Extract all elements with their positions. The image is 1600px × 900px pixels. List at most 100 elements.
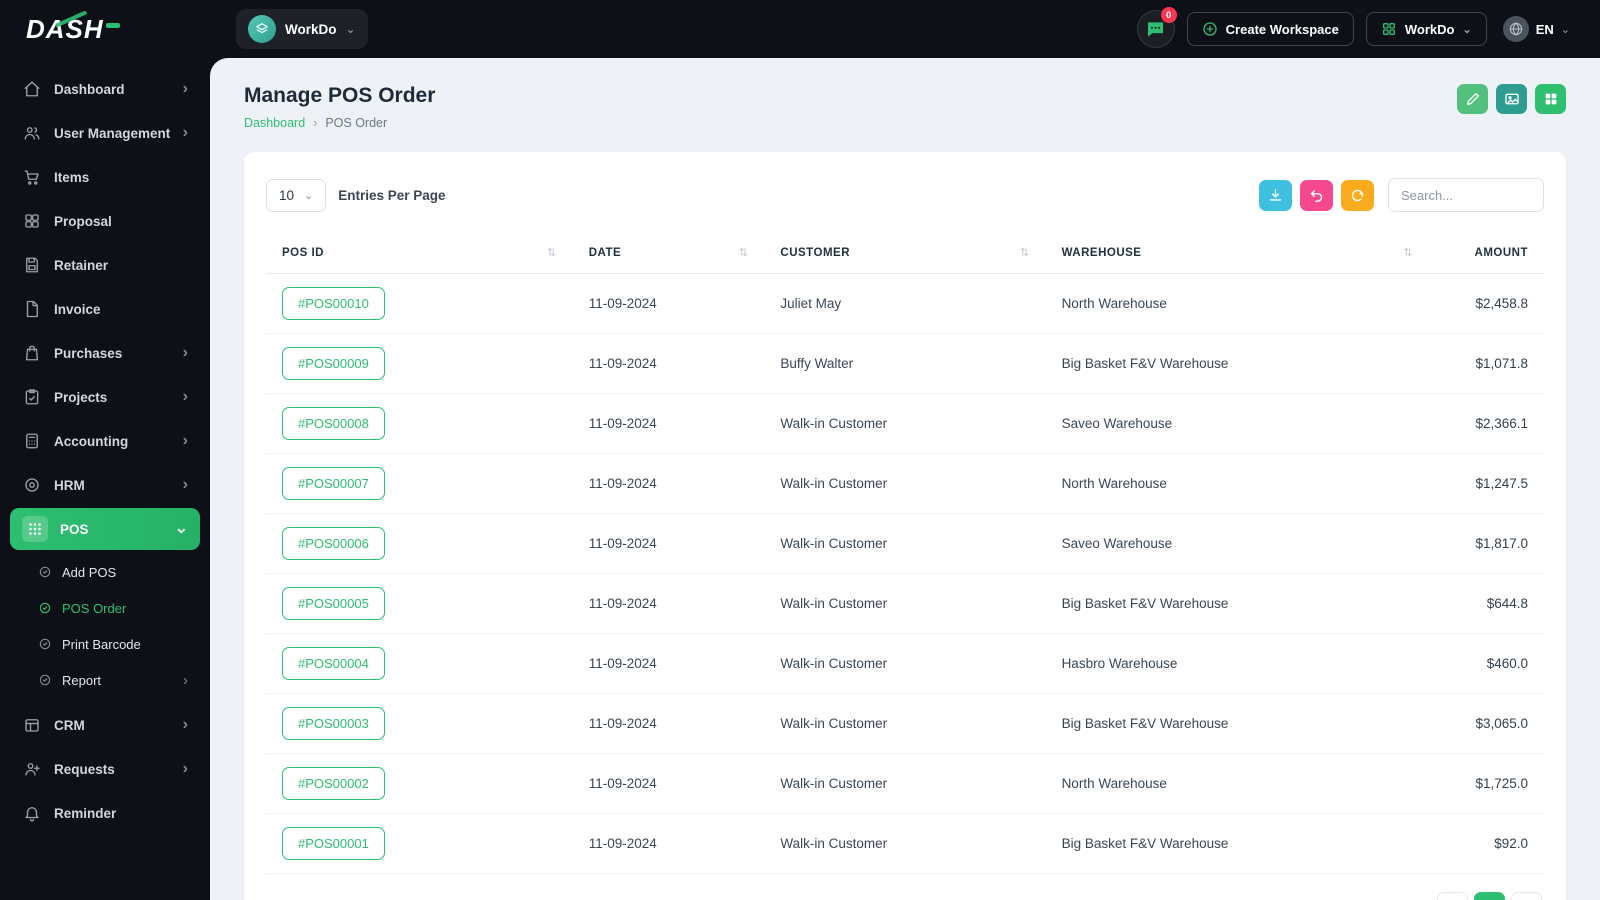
warehouse-cell: Big Basket F&V Warehouse — [1045, 333, 1429, 394]
sidebar-item-proposal[interactable]: Proposal — [10, 200, 200, 242]
chevron-right-icon: › — [182, 476, 188, 493]
sidebar-item-purchases[interactable]: Purchases › — [10, 332, 200, 374]
table-row: #POS00003 11-09-2024 Walk-in Customer Bi… — [266, 693, 1544, 754]
table-row: #POS00009 11-09-2024 Buffy Walter Big Ba… — [266, 333, 1544, 394]
amount-cell: $2,366.1 — [1428, 393, 1544, 454]
sidebar-subitem-label: POS Order — [62, 600, 127, 616]
date-cell: 11-09-2024 — [572, 813, 765, 874]
breadcrumb-dashboard-link[interactable]: Dashboard — [244, 116, 305, 130]
column-header-warehouse[interactable]: WAREHOUSE ⇅ — [1045, 234, 1429, 274]
sidebar-item-label: POS — [60, 521, 89, 537]
page-header-text: Manage POS Order Dashboard › POS Order — [244, 84, 435, 130]
messages-button[interactable]: 0 — [1136, 7, 1177, 48]
pagination-next-button[interactable]: › — [1511, 892, 1542, 900]
customer-cell: Walk-in Customer — [764, 513, 1046, 574]
entries-per-page-select[interactable]: 10 ⌄ — [266, 178, 327, 212]
sidebar-item-pos[interactable]: POS ⌄ — [10, 508, 200, 550]
sidebar-subitem-report[interactable]: Report › — [10, 662, 200, 698]
sidebar-subitem-print-barcode[interactable]: Print Barcode — [10, 626, 200, 662]
column-header-customer[interactable]: CUSTOMER ⇅ — [764, 234, 1046, 274]
language-label: EN — [1535, 21, 1554, 37]
date-cell: 11-09-2024 — [572, 333, 765, 394]
plus-circle-icon — [1203, 22, 1217, 36]
pos-id-badge[interactable]: #POS00001 — [282, 827, 385, 860]
sidebar-subitem-add-pos[interactable]: Add POS — [10, 554, 200, 590]
sidebar-subitem-label: Add POS — [62, 564, 117, 580]
warehouse-cell: North Warehouse — [1045, 273, 1429, 334]
column-header-amount[interactable]: AMOUNT — [1428, 234, 1544, 274]
date-cell: 11-09-2024 — [572, 633, 765, 694]
date-cell: 11-09-2024 — [572, 273, 765, 334]
pos-id-badge[interactable]: #POS00006 — [282, 527, 385, 560]
pencil-icon — [1466, 93, 1479, 105]
sidebar-subitem-pos-order[interactable]: POS Order — [10, 590, 200, 626]
pos-id-badge[interactable]: #POS00005 — [282, 587, 385, 620]
customer-cell: Walk-in Customer — [764, 813, 1046, 874]
sidebar-subitem-label: Print Barcode — [62, 636, 141, 652]
sidebar-item-requests[interactable]: Requests › — [10, 748, 200, 790]
sidebar-item-accounting[interactable]: Accounting › — [10, 420, 200, 462]
target-icon — [22, 475, 42, 495]
amount-cell: $3,065.0 — [1428, 693, 1544, 754]
column-header-date[interactable]: DATE ⇅ — [572, 234, 765, 274]
pagination-prev-button[interactable]: ‹ — [1437, 892, 1468, 900]
refresh-button[interactable] — [1341, 179, 1374, 211]
pos-id-badge[interactable]: #POS00009 — [282, 347, 385, 380]
pagination: ‹ 1 › — [1437, 892, 1542, 900]
layout-grid-button[interactable] — [1535, 84, 1566, 114]
topbar: WorkDo ⌄ 0 Create Workspace WorkDo ⌄ EN … — [210, 0, 1600, 58]
pagination-page-1-button[interactable]: 1 — [1474, 892, 1505, 900]
warehouse-cell: Big Basket F&V Warehouse — [1045, 813, 1429, 874]
breadcrumb: Dashboard › POS Order — [244, 116, 435, 130]
document-icon — [22, 299, 42, 319]
sidebar-item-retainer[interactable]: Retainer — [10, 244, 200, 286]
main-area: WorkDo ⌄ 0 Create Workspace WorkDo ⌄ EN … — [210, 0, 1600, 900]
pos-id-badge[interactable]: #POS00008 — [282, 407, 385, 440]
amount-cell: $92.0 — [1428, 813, 1544, 874]
sidebar-item-invoice[interactable]: Invoice — [10, 288, 200, 330]
table-row: #POS00002 11-09-2024 Walk-in Customer No… — [266, 753, 1544, 814]
image-button[interactable] — [1496, 84, 1527, 114]
clipboard-check-icon — [22, 387, 42, 407]
warehouse-cell: Hasbro Warehouse — [1045, 633, 1429, 694]
sidebar-item-dashboard[interactable]: Dashboard › — [10, 68, 200, 110]
grid-icon — [1545, 93, 1556, 105]
search-input[interactable] — [1388, 178, 1544, 212]
edit-button[interactable] — [1457, 84, 1488, 114]
pos-id-badge[interactable]: #POS00002 — [282, 767, 385, 800]
workdo-menu-button[interactable]: WorkDo ⌄ — [1365, 12, 1487, 46]
customer-cell: Walk-in Customer — [764, 693, 1046, 754]
breadcrumb-current: POS Order — [325, 116, 388, 130]
apps-grid-icon — [22, 516, 48, 542]
reset-button[interactable] — [1300, 179, 1333, 211]
language-selector[interactable]: EN ⌄ — [1499, 16, 1574, 42]
brand-logo[interactable]: DASH — [0, 0, 210, 58]
sidebar-item-projects[interactable]: Projects › — [10, 376, 200, 418]
pos-id-badge[interactable]: #POS00010 — [282, 287, 385, 320]
circle-check-icon — [38, 601, 52, 615]
warehouse-cell: Big Basket F&V Warehouse — [1045, 693, 1429, 754]
column-header-pos-id[interactable]: POS ID ⇅ — [266, 234, 573, 274]
sidebar-item-reminder[interactable]: Reminder — [10, 792, 200, 834]
breadcrumb-separator-icon: › — [313, 116, 318, 130]
table-header-row: POS ID ⇅ DATE ⇅ CUSTOMER ⇅ WAREHOUSE ⇅ AMOUN… — [266, 234, 1544, 274]
circle-check-icon — [38, 637, 52, 651]
warehouse-cell: North Warehouse — [1045, 453, 1429, 514]
sidebar-item-user-management[interactable]: User Management › — [10, 112, 200, 154]
sidebar-item-hrm[interactable]: HRM › — [10, 464, 200, 506]
workspace-switcher[interactable]: WorkDo ⌄ — [236, 9, 368, 49]
warehouse-cell: Saveo Warehouse — [1045, 393, 1429, 454]
sidebar-item-crm[interactable]: CRM › — [10, 704, 200, 746]
date-cell: 11-09-2024 — [572, 453, 765, 514]
date-cell: 11-09-2024 — [572, 693, 765, 754]
sidebar-item-items[interactable]: Items — [10, 156, 200, 198]
chevron-down-icon: ⌄ — [345, 22, 356, 36]
cart-icon — [22, 167, 42, 187]
pos-id-badge[interactable]: #POS00004 — [282, 647, 385, 680]
sidebar-item-label: Proposal — [54, 213, 112, 229]
chevron-down-icon: ⌄ — [1462, 23, 1472, 36]
create-workspace-button[interactable]: Create Workspace — [1186, 12, 1354, 46]
export-button[interactable] — [1259, 179, 1292, 211]
pos-id-badge[interactable]: #POS00007 — [282, 467, 385, 500]
pos-id-badge[interactable]: #POS00003 — [282, 707, 385, 740]
